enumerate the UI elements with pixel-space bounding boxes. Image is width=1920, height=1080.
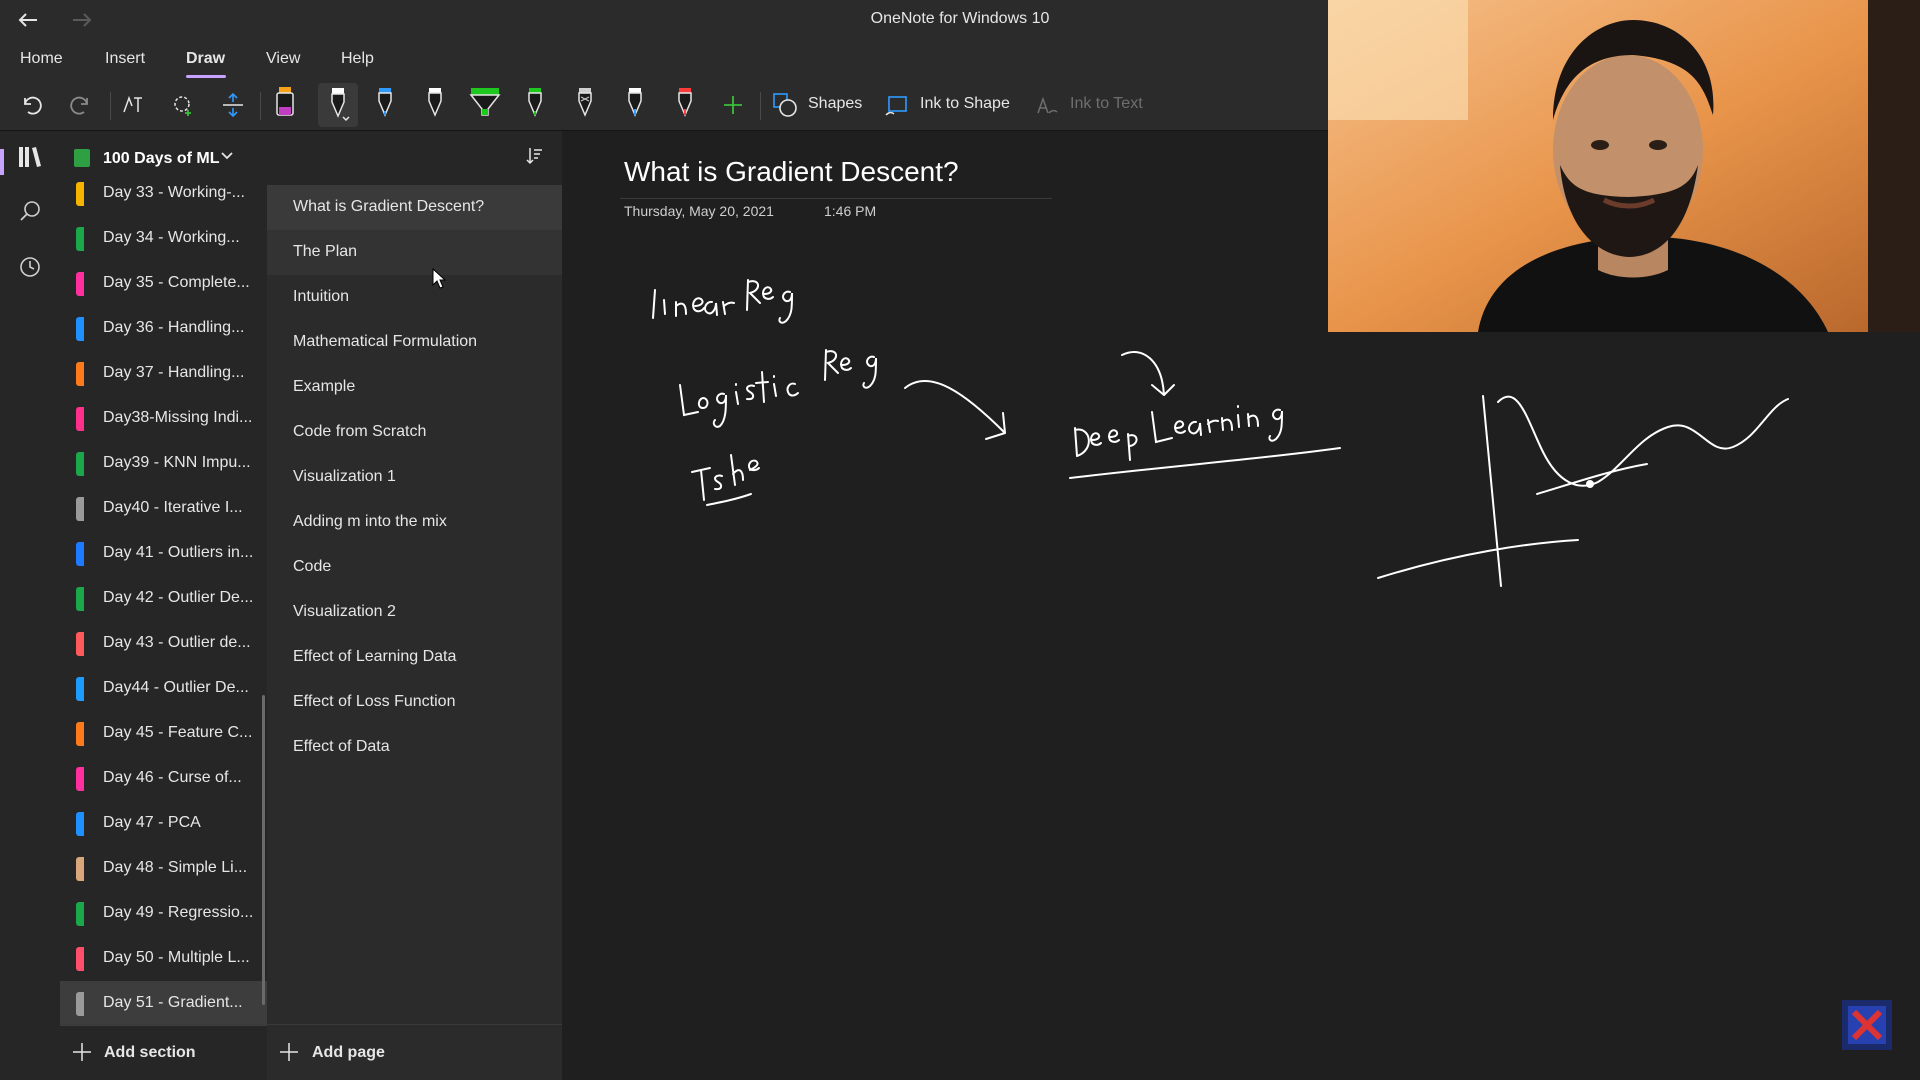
- ink-arrow-down: [1121, 350, 1175, 396]
- channel-logo-icon: [1842, 1000, 1892, 1050]
- ink-linear-reg: [652, 279, 793, 324]
- ink-graph-curve: [1497, 395, 1789, 487]
- onenote-window: OneNote for Windows 10 Home Insert Draw …: [0, 0, 1920, 1080]
- ink-minimum-point: [1586, 480, 1594, 488]
- webcam-video-overlay: [1328, 0, 1920, 332]
- ink-logistic-reg: [679, 349, 877, 428]
- ink-arrow-right: [904, 379, 1006, 440]
- mouse-cursor-icon: [432, 268, 446, 289]
- ink-tshe: [691, 454, 760, 506]
- ink-deep-learning: [1069, 405, 1341, 479]
